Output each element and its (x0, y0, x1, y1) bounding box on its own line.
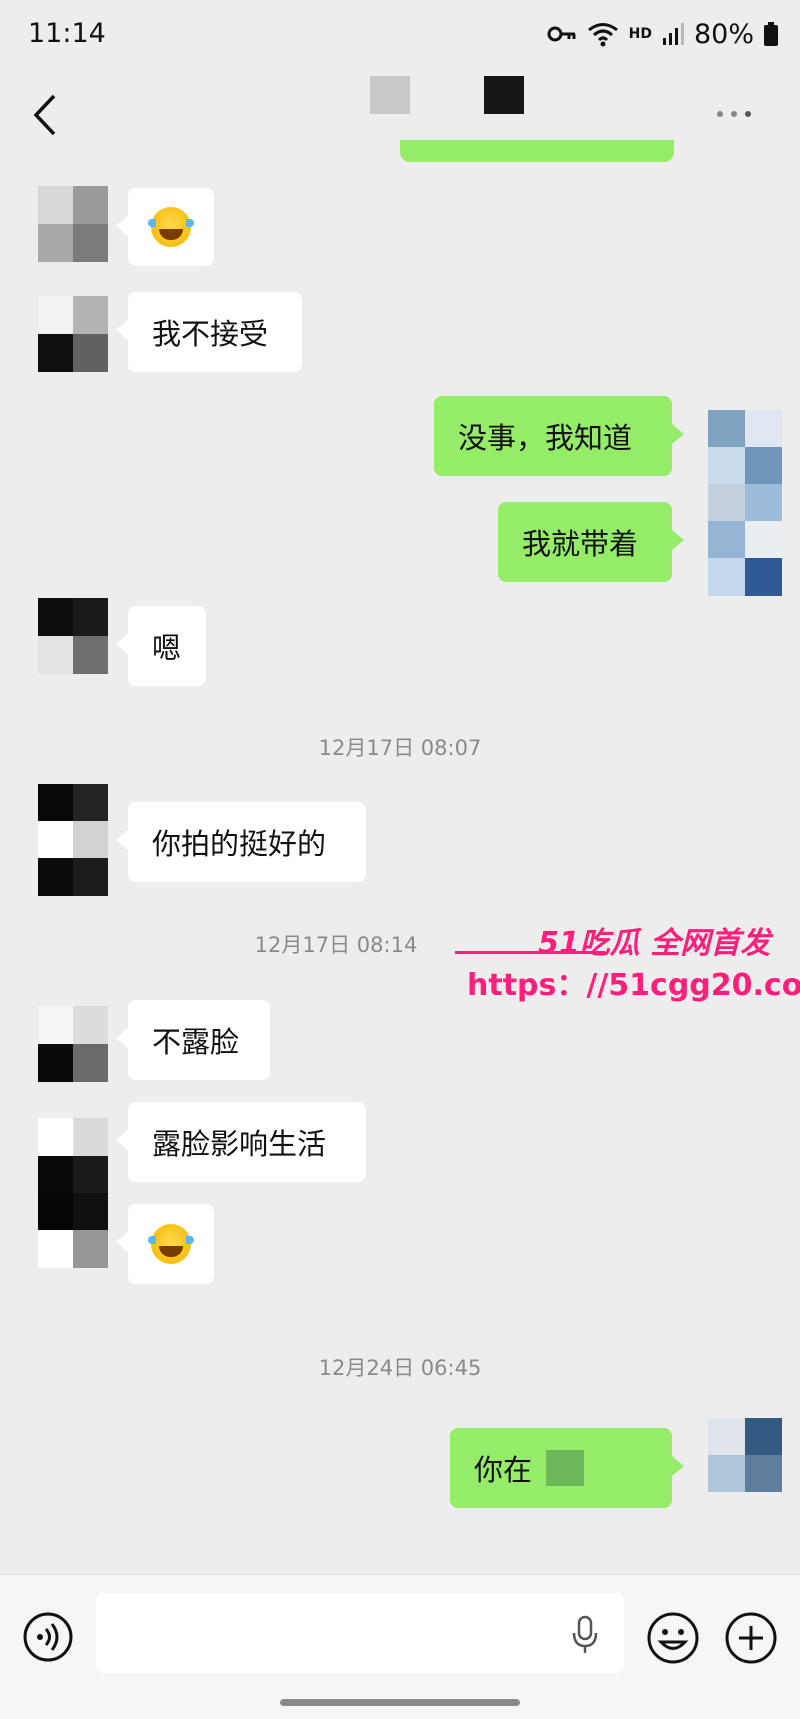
message-text: 没事，我知道 (458, 421, 633, 455)
self-avatar[interactable] (708, 410, 782, 596)
status-bar: 11:14 HD 80% (0, 0, 800, 72)
battery-percent: 80% (693, 18, 754, 50)
message-text: 你拍的挺好的 (152, 827, 327, 861)
avatar[interactable] (38, 598, 108, 674)
avatar[interactable] (38, 296, 108, 372)
redacted-block (484, 76, 524, 114)
partial-message-bubble[interactable] (400, 140, 674, 162)
wifi-icon (587, 23, 618, 47)
watermark-title: 51吃瓜 全网首发 (538, 926, 771, 961)
timestamp: 12月24日 06:45 (318, 1356, 482, 1380)
more-dots-icon[interactable] (712, 104, 760, 124)
message-bubble[interactable]: 嗯 (116, 606, 206, 686)
mic-icon[interactable] (570, 1615, 600, 1655)
voice-icon[interactable] (22, 1611, 74, 1663)
chat-title-redacted (370, 76, 540, 116)
avatar[interactable] (38, 1006, 108, 1082)
message-text: 不露脸 (152, 1025, 240, 1059)
signal-icon (662, 23, 684, 45)
message-bubble-emoji[interactable] (116, 1204, 214, 1284)
smile-icon[interactable] (646, 1611, 700, 1665)
plus-icon[interactable] (724, 1611, 778, 1665)
message-bubble-self[interactable]: 没事，我知道 (434, 396, 684, 476)
timestamp: 12月17日 08:07 (318, 736, 482, 760)
avatar[interactable] (38, 784, 108, 896)
message-input[interactable] (96, 1593, 624, 1673)
message-text: 我就带着 (522, 527, 639, 561)
message-bubble[interactable]: 不露脸 (116, 1000, 270, 1080)
battery-icon (764, 22, 778, 46)
message-bubble[interactable]: 你拍的挺好的 (116, 802, 366, 882)
laughing-emoji-icon (148, 207, 194, 247)
message-bubble[interactable]: 露脸影响生活 (116, 1102, 366, 1182)
watermark-line (455, 951, 605, 954)
message-bubble-self[interactable]: 我就带着 (498, 502, 684, 582)
message-text: 嗯 (152, 631, 182, 665)
key-icon (547, 26, 576, 42)
message-bubble[interactable]: 我不接受 (116, 292, 302, 372)
laughing-emoji-icon (148, 1224, 194, 1264)
status-time: 11:14 (28, 18, 106, 49)
watermark-url: https：//51cgg20.com (467, 968, 800, 1003)
message-text: 我不接受 (152, 317, 269, 351)
message-bubble-emoji[interactable] (116, 188, 214, 266)
message-text: 露脸影响生活 (152, 1127, 327, 1161)
message-text: 你在 (474, 1453, 533, 1487)
chevron-left-icon[interactable] (26, 90, 66, 140)
status-icons: HD 80% (547, 18, 778, 50)
input-bar (0, 1574, 800, 1719)
avatar[interactable] (38, 186, 108, 262)
redacted-block (546, 1450, 585, 1486)
hd-label: HD (628, 26, 652, 42)
home-indicator[interactable] (280, 1699, 520, 1706)
avatar[interactable] (38, 1118, 108, 1268)
self-avatar[interactable] (708, 1418, 782, 1492)
message-bubble-self[interactable]: 你在 (450, 1428, 684, 1508)
watermark: 51吃瓜 全网首发 https：//51cgg20.com (455, 918, 800, 1003)
redacted-block (370, 76, 410, 114)
